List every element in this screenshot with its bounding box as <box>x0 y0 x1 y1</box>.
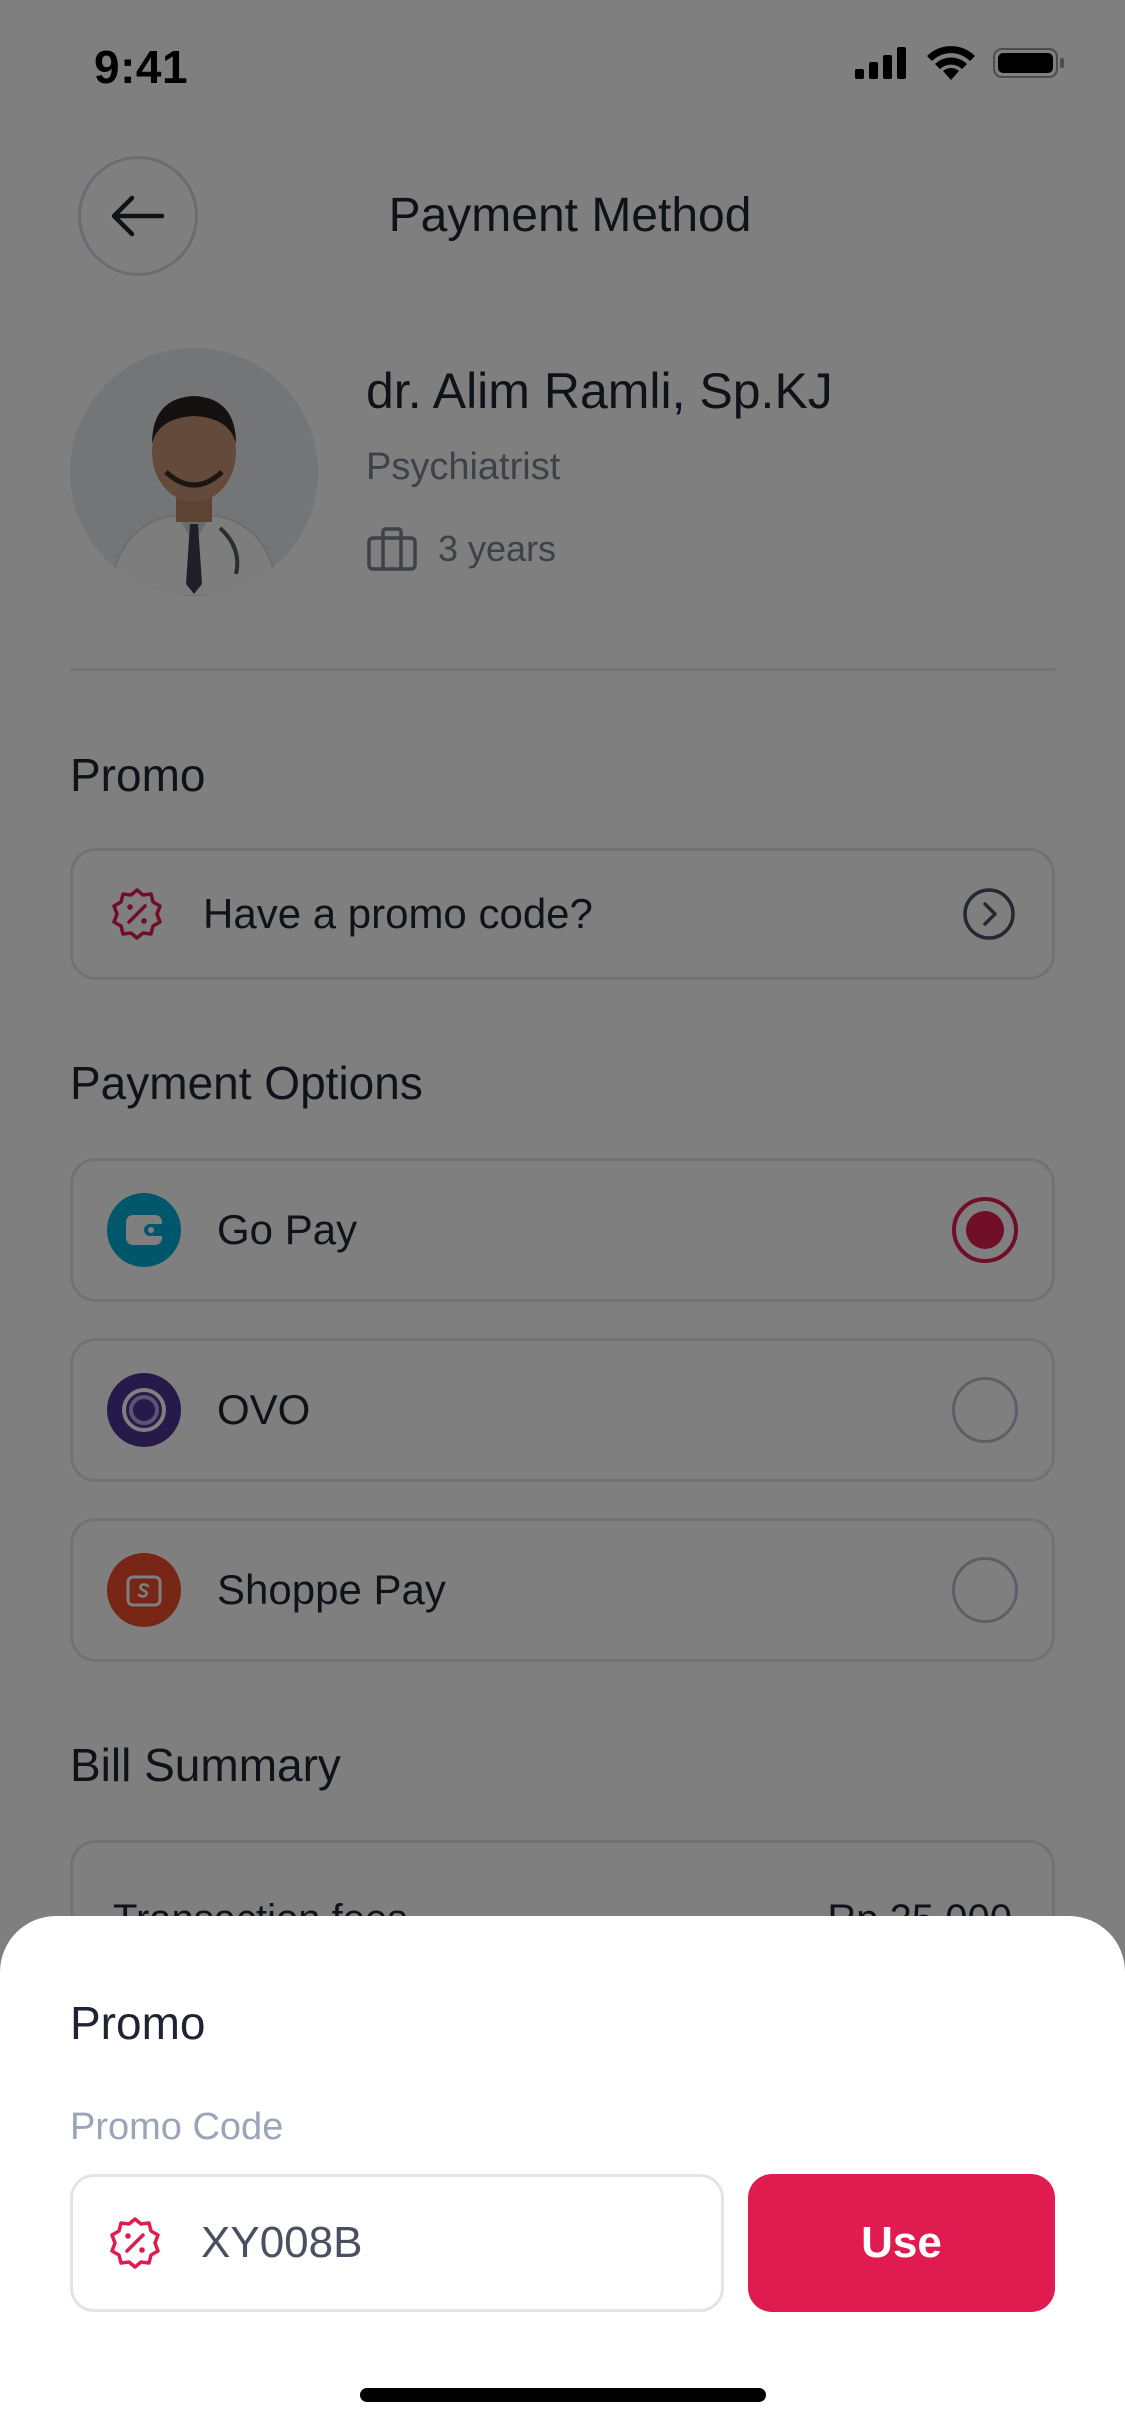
discount-badge-icon <box>110 2217 160 2269</box>
promo-code-input[interactable] <box>201 2218 681 2268</box>
sheet-title: Promo <box>70 1997 206 2049</box>
promo-bottom-sheet: Promo Promo Code Use <box>0 1916 1125 2436</box>
promo-code-field[interactable] <box>70 2174 724 2312</box>
promo-code-label: Promo Code <box>70 2106 284 2148</box>
home-indicator <box>360 2388 766 2402</box>
use-promo-button[interactable]: Use <box>748 2174 1055 2312</box>
